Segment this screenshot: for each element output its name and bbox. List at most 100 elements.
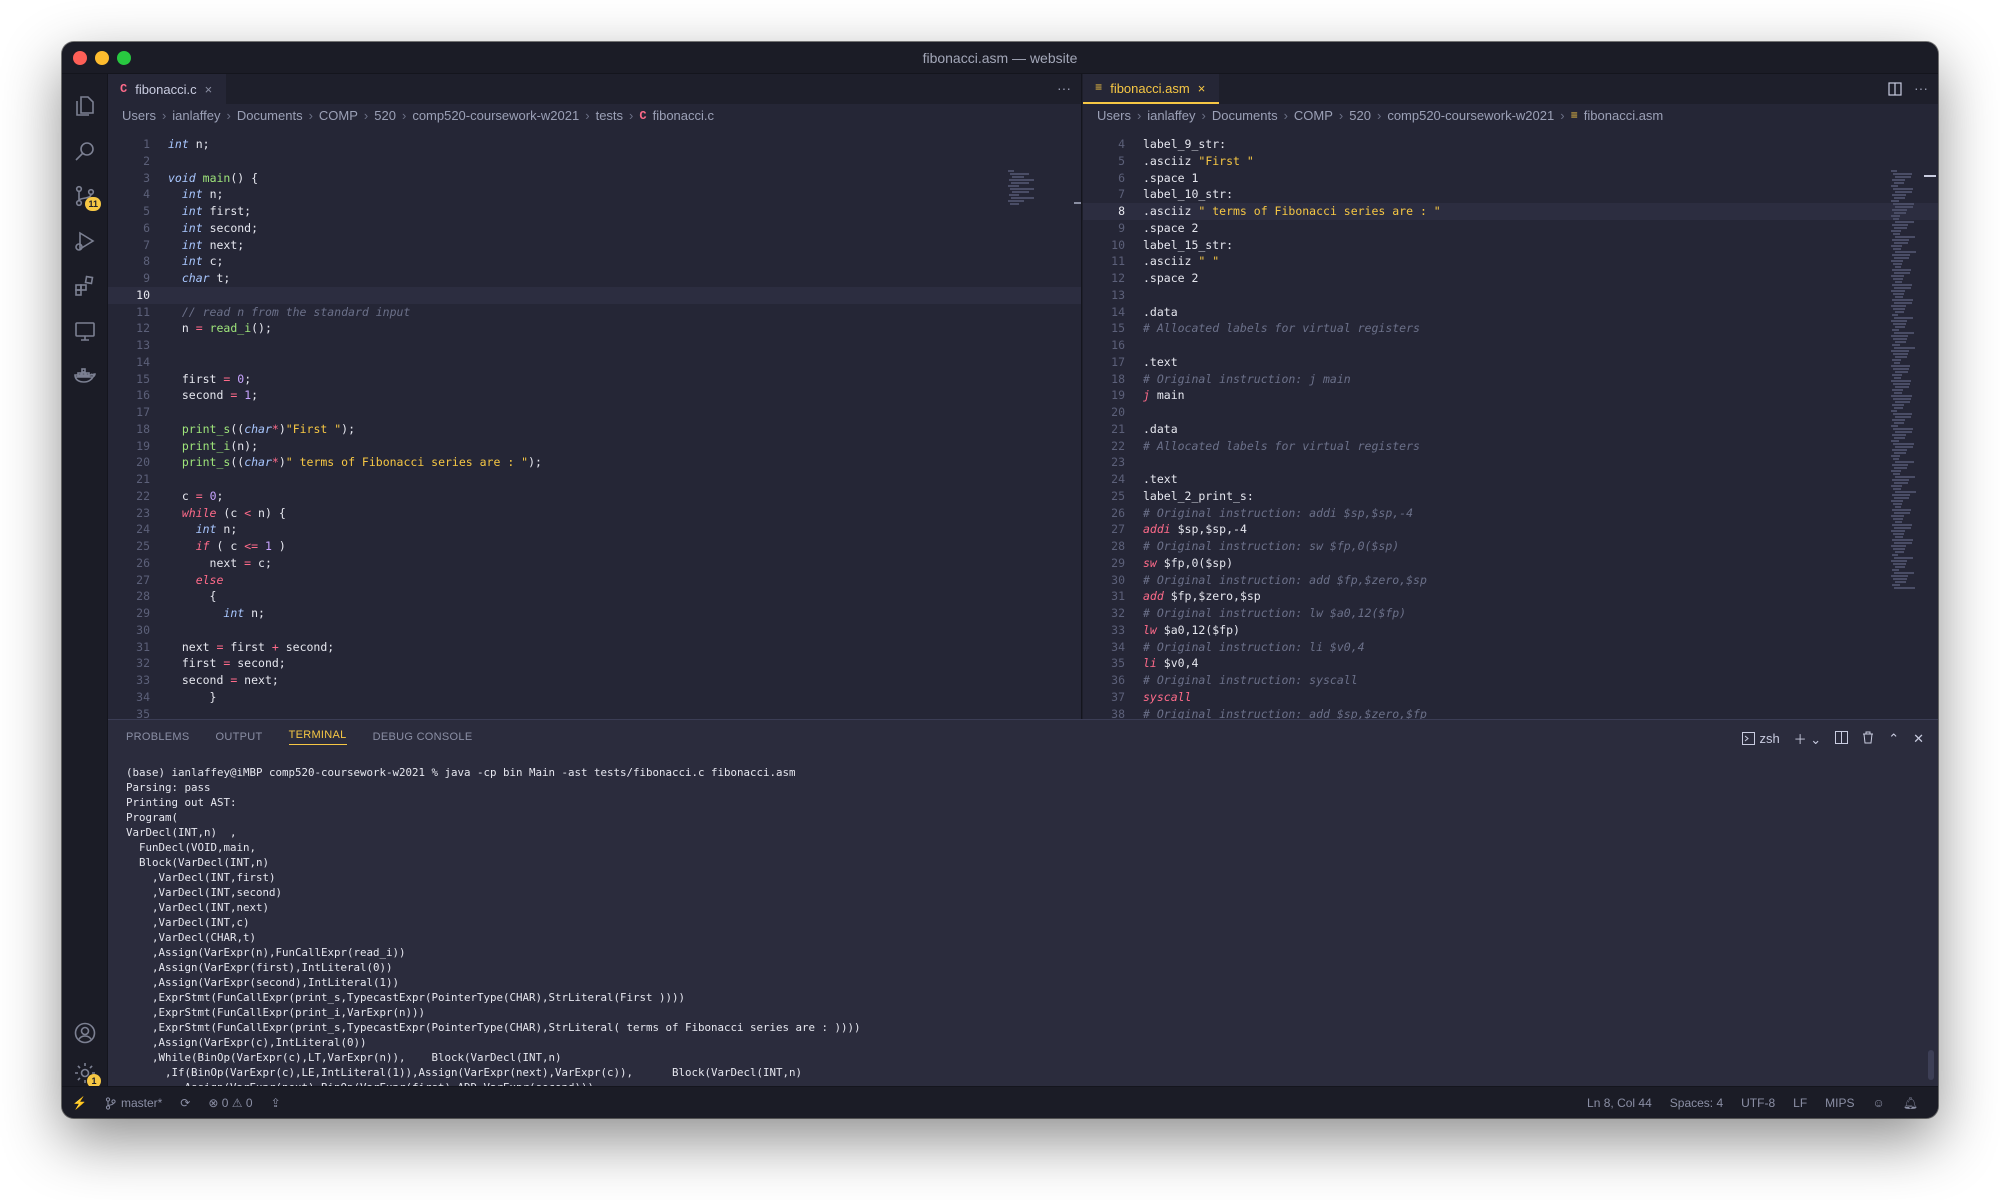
live-share-icon[interactable]: ⇪ (271, 1096, 281, 1110)
code-line[interactable]: 35 (108, 706, 1081, 720)
code-line[interactable]: 22 # Allocated labels for virtual registe… (1083, 438, 1938, 455)
code-line[interactable]: 18 print_s((char*)"First "); (108, 421, 1081, 438)
code-line[interactable]: 33 lw $a0,12($fp) (1083, 622, 1938, 639)
terminal-shell-selector[interactable]: zsh (1742, 731, 1780, 746)
code-line[interactable]: 21 (108, 471, 1081, 488)
code-line[interactable]: 28 # Original instruction: sw $fp,0($sp) (1083, 538, 1938, 555)
breadcrumb-item[interactable]: fibonacci.c (653, 108, 714, 123)
breadcrumb-item[interactable]: Documents (237, 108, 303, 123)
code-line[interactable]: 10 label_15_str: (1083, 237, 1938, 254)
code-line[interactable]: 6 int second; (108, 220, 1081, 237)
code-line[interactable]: 11 // read n from the standard input (108, 304, 1081, 321)
code-line[interactable]: 24 .text (1083, 471, 1938, 488)
panel-tab-output[interactable]: OUTPUT (216, 731, 263, 743)
code-line[interactable]: 8 int c; (108, 253, 1081, 270)
code-line[interactable]: 18 # Original instruction: j main (1083, 371, 1938, 388)
code-line[interactable]: 11 .asciiz " " (1083, 253, 1938, 270)
code-line[interactable]: 34 # Original instruction: li $v0,4 (1083, 639, 1938, 656)
code-line[interactable]: 4 int n; (108, 186, 1081, 203)
code-line[interactable]: 38 # Original instruction: add $sp,$zero,… (1083, 706, 1938, 720)
breadcrumb-item[interactable]: ianlaffey (1147, 108, 1195, 123)
code-line[interactable]: 29 sw $fp,0($sp) (1083, 555, 1938, 572)
code-line[interactable]: 13 (1083, 287, 1938, 304)
breadcrumb-item[interactable]: fibonacci.asm (1584, 108, 1663, 123)
code-line[interactable]: 20 print_s((char*)" terms of Fibonacci s… (108, 454, 1081, 471)
branch-indicator[interactable]: master* (105, 1096, 162, 1110)
code-line[interactable]: 6 .space 1 (1083, 170, 1938, 187)
code-line[interactable]: 3 void main() { (108, 170, 1081, 187)
close-icon[interactable]: × (205, 82, 213, 97)
run-debug-icon[interactable] (71, 227, 99, 255)
sync-icon[interactable]: ⟳ (180, 1096, 190, 1110)
new-terminal-icon[interactable]: ＋ ⌄ (1794, 729, 1822, 748)
code-line[interactable]: 5 int first; (108, 203, 1081, 220)
panel-tab-terminal[interactable]: TERMINAL (288, 729, 347, 745)
code-line[interactable]: 1 int n; (108, 136, 1081, 153)
breadcrumb-item[interactable]: tests (596, 108, 623, 123)
code-line[interactable]: 14 (108, 354, 1081, 371)
code-line[interactable]: 12 .space 2 (1083, 270, 1938, 287)
code-line[interactable]: 36 # Original instruction: syscall (1083, 672, 1938, 689)
breadcrumb-item[interactable]: Users (122, 108, 156, 123)
code-line[interactable]: 27 else (108, 572, 1081, 589)
code-line[interactable]: 17 .text (1083, 354, 1938, 371)
breadcrumb-item[interactable]: COMP (1294, 108, 1333, 123)
code-area[interactable]: 1 int n; 2 3 void main() {4 int n; 5 int firs… (108, 136, 1081, 719)
search-icon[interactable] (71, 137, 99, 165)
source-control-icon[interactable]: 11 (71, 182, 101, 211)
code-line[interactable]: 25 label_2_print_s: (1083, 488, 1938, 505)
indentation[interactable]: Spaces: 4 (1670, 1096, 1723, 1110)
extensions-icon[interactable] (71, 272, 99, 300)
code-line[interactable]: 10 (108, 286, 1081, 304)
code-line[interactable]: 13 (108, 337, 1081, 354)
code-line[interactable]: 32 # Original instruction: lw $a0,12($fp) (1083, 605, 1938, 622)
code-line[interactable]: 9 .space 2 (1083, 220, 1938, 237)
code-line[interactable]: 30 # Original instruction: add $fp,$zero,… (1083, 572, 1938, 589)
code-line[interactable]: 31 next = first + second; (108, 639, 1081, 656)
end-of-line[interactable]: LF (1793, 1096, 1807, 1110)
panel-tab-problems[interactable]: PROBLEMS (126, 731, 190, 743)
code-line[interactable]: 28 { (108, 588, 1081, 605)
code-line[interactable]: 25 if ( c <= 1 ) (108, 538, 1081, 555)
breadcrumb-item[interactable]: comp520-coursework-w2021 (1387, 108, 1554, 123)
breadcrumb-item[interactable]: Users (1097, 108, 1131, 123)
files-icon[interactable] (71, 92, 99, 120)
code-line[interactable]: 32 first = second; (108, 655, 1081, 672)
tab-fibonacci-c[interactable]: C fibonacci.c × (108, 74, 227, 104)
code-line[interactable]: 24 int n; (108, 521, 1081, 538)
code-line[interactable]: 16 second = 1; (108, 387, 1081, 404)
code-line[interactable]: 27 addi $sp,$sp,-4 (1083, 521, 1938, 538)
maximize-panel-icon[interactable]: ⌃ (1888, 731, 1899, 747)
code-line[interactable]: 35 li $v0,4 (1083, 655, 1938, 672)
panel-tab-debug-console[interactable]: DEBUG CONSOLE (373, 731, 473, 743)
code-line[interactable]: 19 j main (1083, 387, 1938, 404)
code-line[interactable]: 7 int next; (108, 237, 1081, 254)
breadcrumb-item[interactable]: COMP (319, 108, 358, 123)
more-actions-icon[interactable]: ··· (1057, 80, 1071, 96)
code-line[interactable]: 9 char t; (108, 270, 1081, 287)
code-line[interactable]: 2 (108, 153, 1081, 170)
code-line[interactable]: 15 # Allocated labels for virtual registe… (1083, 320, 1938, 337)
code-line[interactable]: 29 int n; (108, 605, 1081, 622)
code-line[interactable]: 19 print_i(n); (108, 438, 1081, 455)
code-line[interactable]: 33 second = next; (108, 672, 1081, 689)
code-line[interactable]: 26 next = c; (108, 555, 1081, 572)
terminal-output[interactable]: (base) ianlaffey@iMBP comp520-coursework… (126, 765, 1928, 1095)
code-line[interactable]: 34 } (108, 689, 1081, 706)
docker-icon[interactable] (71, 362, 99, 390)
code-line[interactable]: 23 while (c < n) { (108, 505, 1081, 522)
close-icon[interactable]: × (1198, 81, 1206, 96)
code-line[interactable]: 31 add $fp,$zero,$sp (1083, 588, 1938, 605)
remote-explorer-icon[interactable] (71, 317, 99, 345)
tab-fibonacci-asm[interactable]: ≡ fibonacci.asm × (1083, 74, 1220, 104)
encoding[interactable]: UTF-8 (1741, 1096, 1775, 1110)
account-icon[interactable] (71, 1019, 99, 1047)
code-line[interactable]: 7 label_10_str: (1083, 186, 1938, 203)
remote-indicator-icon[interactable]: ⚡ (72, 1096, 87, 1110)
breadcrumb-item[interactable]: ianlaffey (172, 108, 220, 123)
code-line[interactable]: 30 (108, 622, 1081, 639)
code-area[interactable]: 4 label_9_str: 5 .asciiz "First " 6 .space 17… (1083, 136, 1938, 719)
code-line[interactable]: 4 label_9_str: (1083, 136, 1938, 153)
notifications-bell-icon[interactable]: 🔔︎ (1903, 1096, 1918, 1110)
code-line[interactable]: 12 n = read_i(); (108, 320, 1081, 337)
